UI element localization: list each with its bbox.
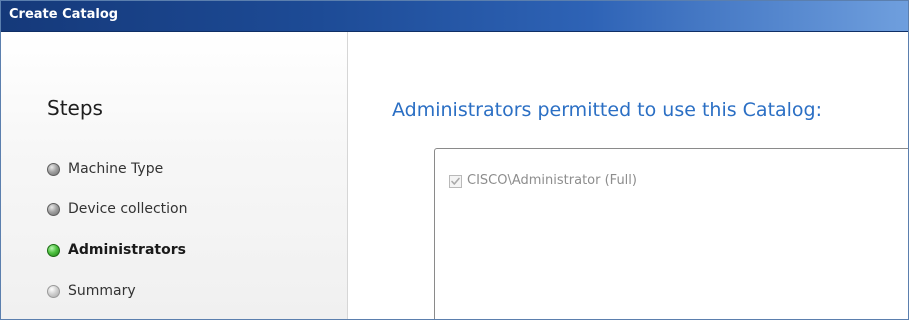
step-label: Administrators — [68, 242, 186, 258]
page-title: Administrators permitted to use this Cat… — [392, 99, 823, 121]
step-administrators: Administrators — [47, 240, 186, 260]
step-label: Summary — [68, 283, 136, 299]
checkmark-icon — [451, 177, 460, 185]
administrator-checkbox[interactable] — [449, 174, 462, 188]
administrator-label: CISCO\Administrator (Full) — [467, 173, 637, 188]
administrators-list[interactable]: CISCO\Administrator (Full) — [434, 148, 908, 319]
steps-sidebar: Steps Machine Type Device collection Adm… — [1, 32, 348, 319]
step-completed-indicator-icon — [47, 202, 60, 216]
step-machine-type: Machine Type — [47, 159, 163, 179]
step-label: Device collection — [68, 201, 188, 217]
title-bar[interactable]: Create Catalog — [1, 1, 908, 32]
step-summary: Summary — [47, 281, 136, 301]
window-title: Create Catalog — [9, 7, 119, 22]
step-pending-indicator-icon — [47, 284, 60, 298]
step-current-indicator-icon — [47, 243, 60, 257]
step-label: Machine Type — [68, 161, 164, 177]
step-completed-indicator-icon — [47, 162, 60, 176]
administrator-list-item[interactable]: CISCO\Administrator (Full) — [449, 173, 637, 189]
steps-heading: Steps — [47, 96, 103, 120]
step-device-collection: Device collection — [47, 199, 188, 219]
create-catalog-window: Create Catalog Steps Machine Type Device… — [0, 0, 909, 320]
main-content: Administrators permitted to use this Cat… — [348, 32, 908, 319]
